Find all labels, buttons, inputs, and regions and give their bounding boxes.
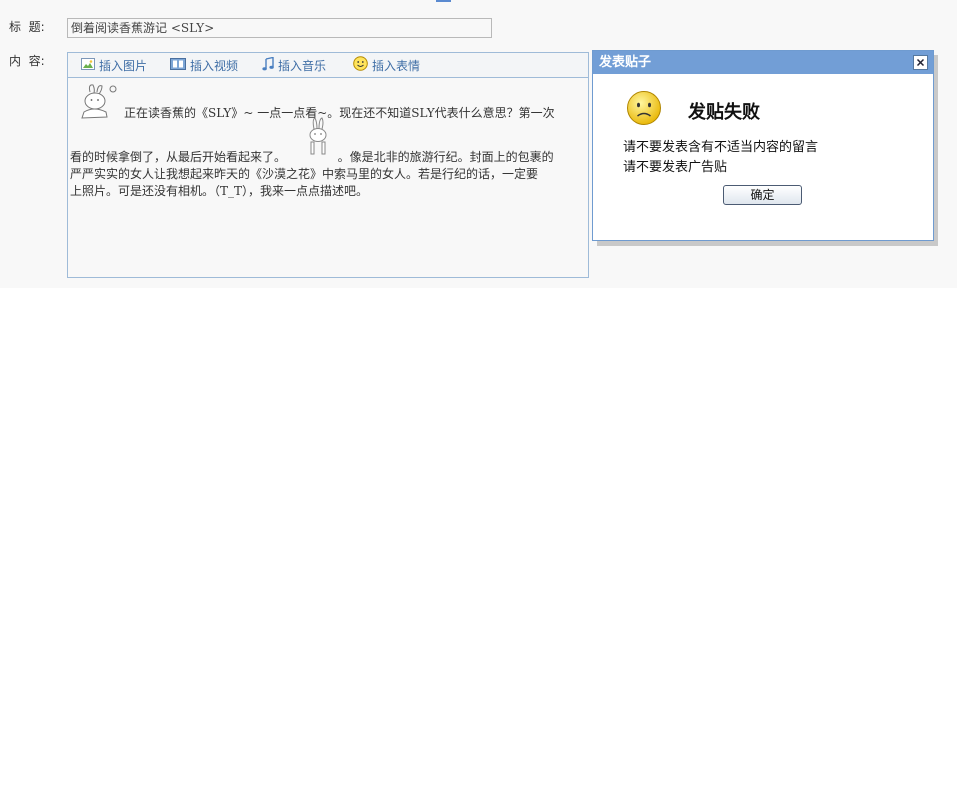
content-line-2: 看的时候拿倒了，从最后开始看起来了。 。像是北非的旅游行纪。封面上的包裹的 (70, 117, 580, 166)
title-label: 标 题: (9, 20, 45, 34)
post-error-dialog: 发表贴子 发贴失败 请不要发表含有不适当内容的留言 请不要发表广告贴 确定 (592, 50, 934, 241)
insert-music-button[interactable]: 插入音乐 (262, 56, 327, 74)
dialog-header: 发表贴子 (593, 51, 933, 74)
insert-emoticon-button[interactable]: 插入表情 (353, 56, 421, 74)
music-note-icon (262, 56, 274, 74)
dialog-header-title: 发表贴子 (599, 55, 652, 70)
close-icon (914, 56, 927, 69)
editor-toolbar: 插入图片 插入视频 插入音乐 插入表情 (68, 53, 588, 78)
smiley-icon (353, 56, 368, 74)
insert-video-label: 插入视频 (190, 58, 239, 73)
ok-button[interactable]: 确定 (723, 185, 802, 205)
content-line-2-start: 看的时候拿倒了，从最后开始看起来了。 (70, 150, 287, 164)
insert-image-label: 插入图片 (99, 58, 148, 73)
title-input[interactable]: 倒着阅读香蕉游记 <SLY> (67, 18, 492, 38)
sad-face-icon (626, 90, 664, 129)
dialog-title: 发贴失败 (688, 102, 760, 123)
content-label: 内 容: (9, 54, 45, 68)
insert-image-button[interactable]: 插入图片 (81, 57, 147, 73)
close-button[interactable] (913, 55, 928, 70)
insert-video-button[interactable]: 插入视频 (170, 57, 238, 73)
dialog-message-2: 请不要发表广告贴 (623, 160, 728, 175)
content-editor[interactable]: 插入图片 插入视频 插入音乐 插入表情 正在读香蕉的《SLY》~ 一点一点看~。… (67, 52, 589, 278)
insert-music-label: 插入音乐 (278, 58, 327, 73)
content-line-3: 严严实实的女人让我想起来昨天的《沙漠之花》中索马里的女人。若是行纪的话，一定要 (70, 167, 539, 181)
rabbit-emoticon-icon (306, 117, 330, 162)
content-line-2-end: 。像是北非的旅游行纪。封面上的包裹的 (337, 150, 554, 164)
post-content-text: 正在读香蕉的《SLY》~ 一点一点看~。现在还不知道SLY代表什么意思？第一次 … (70, 79, 580, 200)
image-icon (81, 57, 95, 73)
top-tab-marker (436, 0, 451, 2)
insert-emoticon-label: 插入表情 (372, 58, 421, 73)
content-line-4: 上照片。可是还没有相机。（T_T），我来一点点描述吧。 (70, 184, 369, 198)
dialog-message-1: 请不要发表含有不适当内容的留言 (623, 140, 819, 155)
video-icon (170, 57, 186, 73)
